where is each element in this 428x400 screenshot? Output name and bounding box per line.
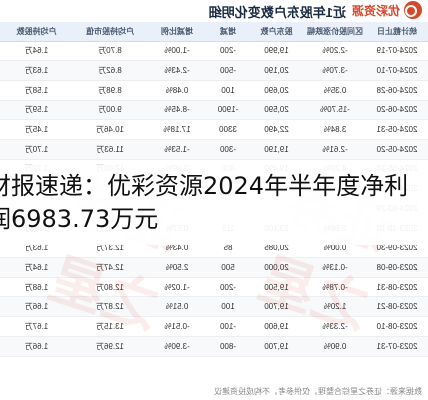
cell-price-change: -2.20% <box>304 41 366 61</box>
cell-change: -200 <box>207 41 249 61</box>
cell-avg-value: 8.62万 <box>73 60 147 81</box>
cell-change-ratio: -1.00% <box>147 41 207 61</box>
table-header-row: 统计截止日 区间股价涨跌幅 股东户数 增减 增减比例 户均持股市值 户均持股数 <box>0 22 428 41</box>
cell-change: -1900 <box>207 100 249 120</box>
col-header-change: 增减 <box>207 22 249 41</box>
cell-date: 2024-05-20 <box>366 139 428 160</box>
cell-change-ratio: 0.48% <box>147 80 207 101</box>
cell-change: 100 <box>207 80 249 101</box>
cell-change: -300 <box>207 139 249 160</box>
news-headline[interactable]: 财报速递：优彩资源2024年半年度净利 润6983.73万元 <box>0 170 428 244</box>
cell-change-ratio: -1.53% <box>147 139 207 160</box>
cell-date: 2024-06-28 <box>366 80 428 101</box>
col-header-price-change: 区间股价涨跌幅 <box>304 22 366 41</box>
cell-price-change: 0.35% <box>304 80 366 101</box>
col-header-date: 统计截止日 <box>366 22 428 41</box>
cell-avg-shares: 1.66万 <box>0 336 73 356</box>
table-row: 2024-06-20 -15.70% 20,590 -1900 -8.45% 9.00万 1… <box>0 100 428 120</box>
cell-avg-shares: 1.58万 <box>0 80 73 101</box>
cell-date: 2024-07-19 <box>366 41 428 61</box>
screenshot-stage: 优彩资源 近1年股东户数变化明细 统计截止日 区间股价涨跌幅 股东户数 增减 增… <box>0 0 428 400</box>
cell-change: -100 <box>207 316 249 337</box>
cell-holders: 19,700 <box>249 336 304 356</box>
cell-holders: 20,690 <box>249 80 304 101</box>
headline-line-1: 财报速递：优彩资源2024年半年度净利 <box>0 172 409 200</box>
cell-avg-value: 10.46万 <box>73 119 147 140</box>
cell-price-change: 3.84% <box>304 119 366 140</box>
cell-avg-value: 8.98万 <box>73 80 147 101</box>
cell-change: -500 <box>207 60 249 81</box>
cell-date: 2024-07-10 <box>366 60 428 81</box>
cell-avg-value: 8.70万 <box>73 41 147 61</box>
cell-price-change: -2.61% <box>304 139 366 160</box>
cell-avg-shares: 1.70万 <box>0 139 73 160</box>
cell-avg-shares: 1.45万 <box>0 119 73 140</box>
cell-change-ratio: -8.45% <box>147 100 207 120</box>
col-header-change-ratio: 增减比例 <box>147 22 207 41</box>
cell-change-ratio: -2.43% <box>147 60 207 81</box>
cell-change-ratio: 17.18% <box>147 119 207 140</box>
cell-avg-shares: 1.64万 <box>0 41 73 61</box>
cell-price-change: -15.70% <box>304 100 366 120</box>
brand-name: 优彩资源 <box>351 4 400 18</box>
col-header-avg-shares: 户均持股数 <box>0 22 73 41</box>
cell-date: 2024-06-20 <box>366 100 428 120</box>
cell-avg-shares: 1.59万 <box>0 100 73 120</box>
cell-change: -800 <box>207 336 249 356</box>
table-row: 2024-07-10 -3.70% 20,190 -500 -2.43% 8.62万 1.6… <box>0 60 428 81</box>
cell-change: 3300 <box>207 119 249 140</box>
cell-avg-shares: 1.63万 <box>0 60 73 81</box>
cell-price-change: -3.70% <box>304 60 366 81</box>
cell-avg-shares: 1.67万 <box>0 316 73 337</box>
cell-holders: 19,990 <box>249 41 304 61</box>
source-footer: 数据来源：证券之星综合整理，仅供参考，不构成投资建议 <box>214 387 422 396</box>
cell-avg-value: 9.00万 <box>73 100 147 120</box>
table-title: 近1年股东户数变化明细 <box>208 5 346 20</box>
headline-line-2: 润6983.73万元 <box>0 205 159 233</box>
brand-logo-icon <box>404 1 422 19</box>
cell-holders: 20,590 <box>249 100 304 120</box>
cell-date: 2024-05-31 <box>366 119 428 140</box>
title-row: 优彩资源 近1年股东户数变化明细 <box>0 0 428 20</box>
col-header-avg-value: 户均持股市值 <box>73 22 147 41</box>
cell-holders: 22,490 <box>249 119 304 140</box>
table-row: 2024-06-28 0.35% 20,690 100 0.48% 8.98万 1.58万 <box>0 80 428 101</box>
table-row: 2024-05-31 3.84% 22,490 3300 17.18% 10.46万 1.4… <box>0 119 428 140</box>
table-row: 2024-07-19 -2.20% 19,990 -200 -1.00% 8.70万 1.6… <box>0 41 428 61</box>
cell-holders: 20,190 <box>249 60 304 81</box>
col-header-holders: 股东户数 <box>249 22 304 41</box>
